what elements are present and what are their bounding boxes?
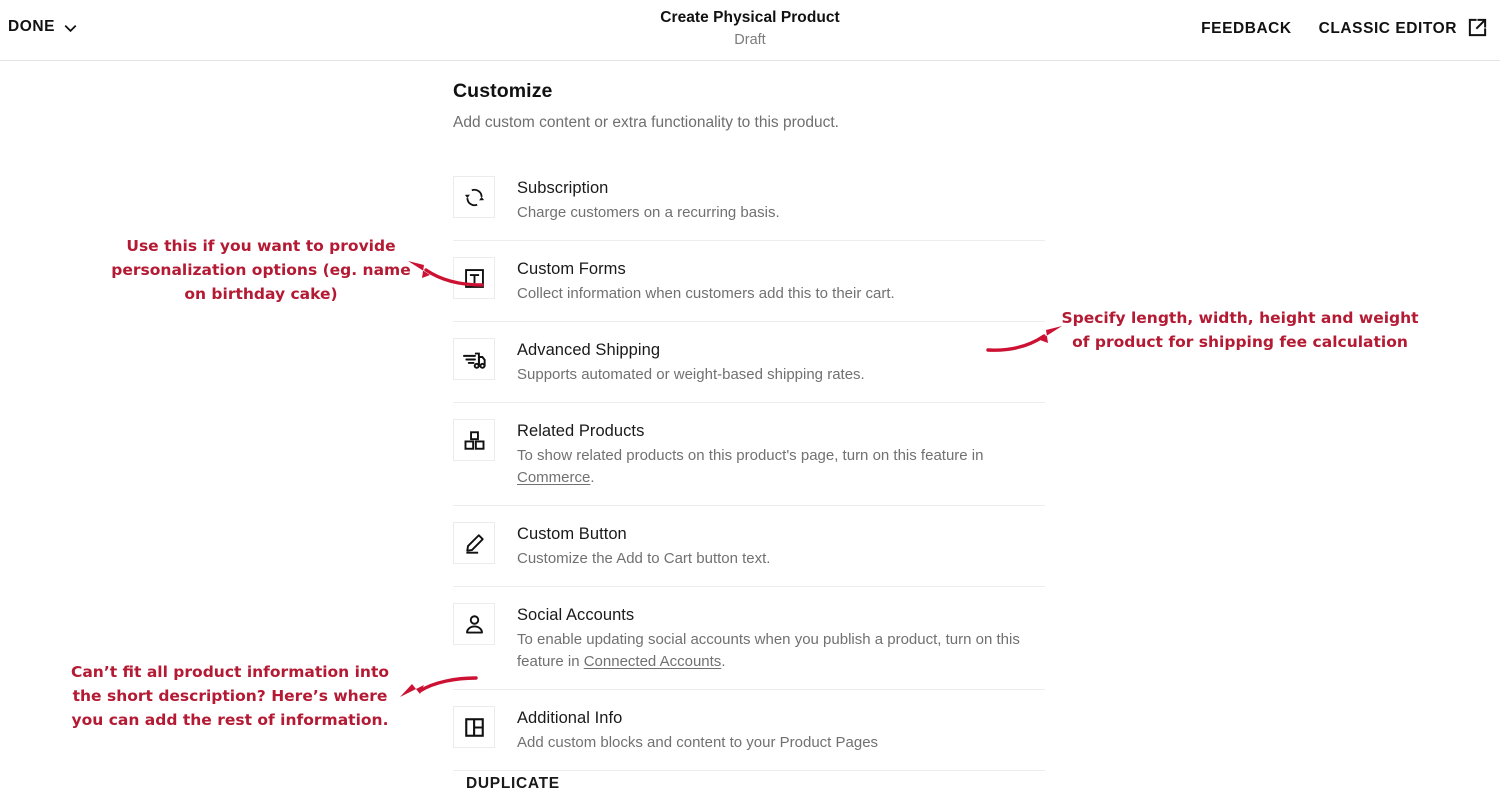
option-description: Add custom blocks and content to your Pr… [517,734,879,751]
option-row-subscription[interactable]: Subscription Charge customers on a recur… [453,160,1045,241]
annotation-arrow-additional-info [400,676,478,697]
classic-editor-button[interactable]: CLASSIC EDITOR [1319,18,1488,39]
option-description: To enable updating social accounts when … [517,629,1037,673]
option-description: Collect information when customers add t… [517,285,895,302]
option-title: Social Accounts [517,606,635,624]
option-title: Subscription [517,179,609,197]
classic-editor-label: CLASSIC EDITOR [1318,19,1457,37]
custom-button-pencil-icon [453,522,495,564]
annotation-arrow-advanced-shipping [986,326,1062,352]
option-title: Custom Forms [517,260,626,278]
option-title: Custom Button [517,525,627,543]
option-title: Additional Info [517,709,623,727]
option-row-custom-button[interactable]: Custom Button Customize the Add to Cart … [453,506,1045,587]
option-description: Charge customers on a recurring basis. [517,204,780,221]
top-bar-actions: FEEDBACK CLASSIC EDITOR [1201,18,1488,39]
option-description: Customize the Add to Cart button text. [517,550,771,567]
duplicate-button[interactable]: DUPLICATE [466,775,560,793]
option-row-related-products[interactable]: Related Products To show related product… [453,403,1045,506]
annotation-advanced-shipping: Specify length, width, height and weight… [1061,309,1419,351]
option-row-advanced-shipping[interactable]: Advanced Shipping Supports automated or … [453,322,1045,403]
option-description-suffix: . [721,653,726,670]
option-description-prefix: To show related products on this product… [517,447,984,464]
external-link-icon [1467,17,1488,38]
feedback-button[interactable]: FEEDBACK [1201,20,1292,38]
related-products-blocks-icon [453,419,495,461]
annotation-custom-forms: Use this if you want to provide personal… [111,237,411,303]
connected-accounts-link[interactable]: Connected Accounts [584,653,722,670]
commerce-link[interactable]: Commerce [517,469,590,486]
option-title: Advanced Shipping [517,341,661,359]
option-title: Related Products [517,422,645,440]
subscription-sync-icon [453,176,495,218]
option-row-social-accounts[interactable]: Social Accounts To enable updating socia… [453,587,1045,690]
option-row-custom-forms[interactable]: Custom Forms Collect information when cu… [453,241,1045,322]
annotation-arrow-custom-forms [408,261,484,287]
option-description: Supports automated or weight-based shipp… [517,366,865,383]
option-description: To show related products on this product… [517,445,1037,489]
panel-subheading: Add custom content or extra functionalit… [453,114,839,131]
additional-info-layout-icon [453,706,495,748]
panel-heading: Customize [453,80,553,102]
top-bar: DONE Create Physical Product Draft FEEDB… [0,0,1500,61]
social-accounts-person-icon [453,603,495,645]
annotation-additional-info: Can’t fit all product information into t… [70,663,390,729]
option-row-additional-info[interactable]: Additional Info Add custom blocks and co… [453,690,1045,771]
customize-options-list: Subscription Charge customers on a recur… [453,160,1045,771]
customize-panel: Customize Add custom content or extra fu… [453,80,1045,771]
option-description-suffix: . [590,469,595,486]
advanced-shipping-truck-icon [453,338,495,380]
